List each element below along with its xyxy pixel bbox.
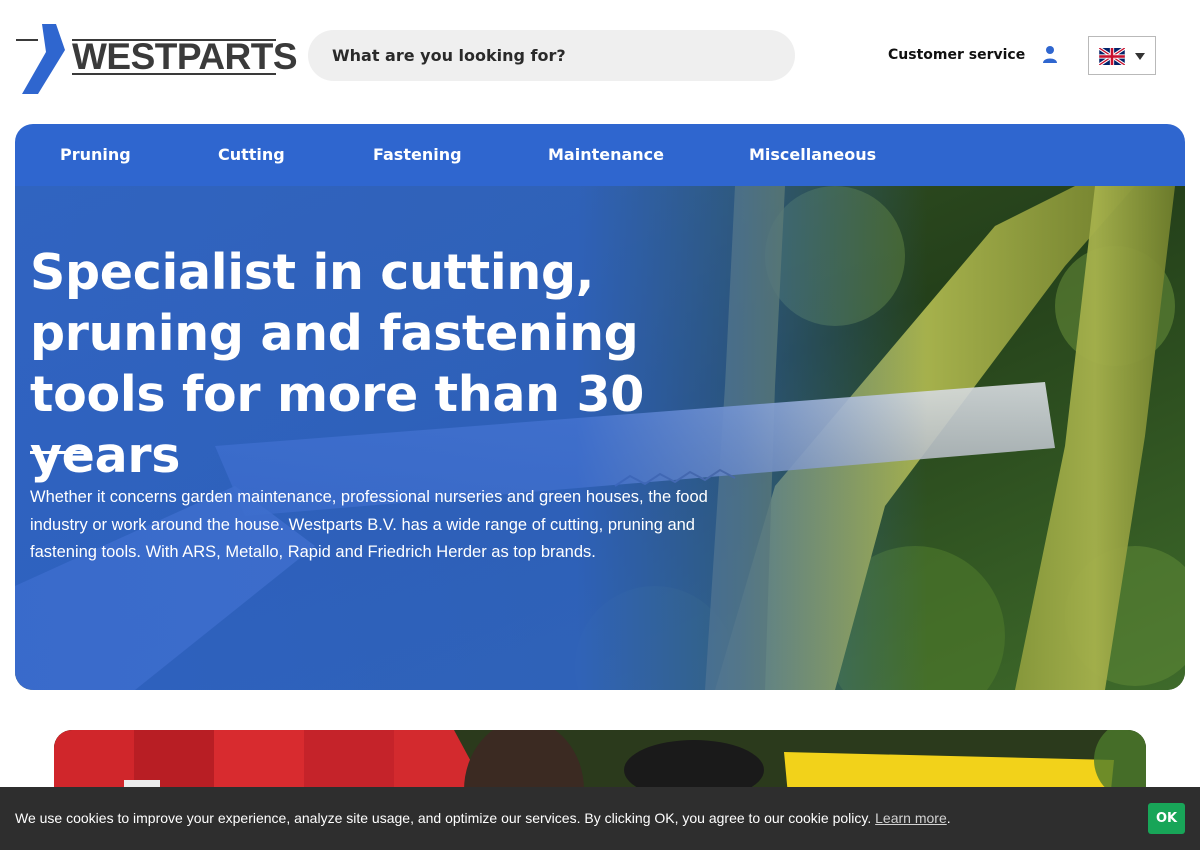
- cookie-message: We use cookies to improve your experienc…: [15, 810, 872, 826]
- logo-wordmark: WESTPARTS: [72, 36, 298, 77]
- hero-description: Whether it concerns garden maintenance, …: [30, 488, 708, 561]
- westparts-logo[interactable]: WESTPARTS: [16, 24, 298, 96]
- site-header: WESTPARTS Customer service: [0, 0, 1200, 112]
- uk-flag-icon: [1099, 48, 1125, 65]
- cookie-banner: We use cookies to improve your experienc…: [0, 787, 1200, 850]
- cookie-period: .: [946, 810, 951, 826]
- nav-item-miscellaneous[interactable]: Miscellaneous: [749, 144, 876, 166]
- nav-item-cutting[interactable]: Cutting: [218, 144, 285, 166]
- user-icon: [1043, 46, 1057, 63]
- nav-item-pruning[interactable]: Pruning: [60, 144, 131, 166]
- customer-service-link[interactable]: Customer service: [888, 45, 1025, 65]
- nav-item-maintenance[interactable]: Maintenance: [548, 144, 664, 166]
- hero-title: Specialist in cutting, pruning and faste…: [30, 244, 645, 484]
- cookie-text: We use cookies to improve your experienc…: [15, 809, 951, 827]
- account-button[interactable]: [1040, 44, 1060, 66]
- hero-banner: Specialist in cutting, pruning and faste…: [15, 186, 1185, 690]
- hero-divider: [30, 451, 90, 454]
- language-selector[interactable]: [1088, 36, 1156, 75]
- cookie-learn-more-link[interactable]: Learn more: [875, 810, 947, 826]
- search-input[interactable]: [308, 30, 795, 81]
- caret-down-icon: [1135, 53, 1145, 60]
- nav-item-fastening[interactable]: Fastening: [373, 144, 462, 166]
- main-nav: Pruning Cutting Fastening Maintenance Mi…: [15, 124, 1185, 186]
- cookie-ok-button[interactable]: OK: [1148, 803, 1185, 834]
